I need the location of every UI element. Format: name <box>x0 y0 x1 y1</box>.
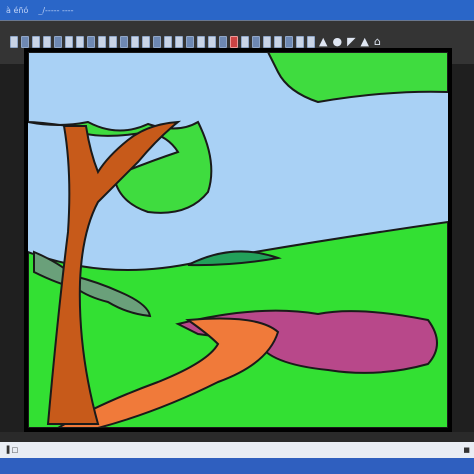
status-left: ▐ □ <box>4 446 19 454</box>
status-bar: ▐ □ ■ <box>0 442 474 458</box>
picker-icon[interactable] <box>54 36 62 48</box>
taskbar <box>0 458 474 474</box>
move-icon[interactable] <box>120 36 128 48</box>
rect-icon[interactable] <box>76 36 84 48</box>
window-title-left: à éñó <box>6 5 29 15</box>
shape-tool-icon[interactable]: ◤ <box>346 36 356 48</box>
zoom-icon[interactable] <box>131 36 139 48</box>
palette-icon[interactable] <box>219 36 227 48</box>
drawing-canvas[interactable] <box>28 52 448 428</box>
paste-icon[interactable] <box>252 36 260 48</box>
settings-icon[interactable] <box>307 36 315 48</box>
undo-icon[interactable] <box>142 36 150 48</box>
redo-icon[interactable] <box>153 36 161 48</box>
close-icon[interactable] <box>296 36 304 48</box>
window-title-right: _/‐‐‐‐‐ ‐‐‐‐ <box>38 5 74 15</box>
status-right: ■ <box>463 446 470 454</box>
flip-icon[interactable] <box>175 36 183 48</box>
open-icon[interactable] <box>263 36 271 48</box>
shape-tool-icon[interactable]: ▲ <box>360 36 370 48</box>
fill-icon[interactable] <box>43 36 51 48</box>
canvas-frame <box>24 48 452 432</box>
cut-icon[interactable] <box>230 36 238 48</box>
brush-icon[interactable] <box>10 36 18 48</box>
print-icon[interactable] <box>285 36 293 48</box>
crop-icon[interactable] <box>186 36 194 48</box>
pencil-icon[interactable] <box>21 36 29 48</box>
save-icon[interactable] <box>274 36 282 48</box>
ellipse-icon[interactable] <box>87 36 95 48</box>
shape-tool-icon[interactable]: ● <box>331 36 343 48</box>
shape-tool-icon[interactable]: ⌂ <box>373 36 382 48</box>
text-icon[interactable] <box>98 36 106 48</box>
copy-icon[interactable] <box>241 36 249 48</box>
select-icon[interactable] <box>109 36 117 48</box>
shape-tool-icon[interactable]: ▲ <box>318 36 328 48</box>
line-icon[interactable] <box>65 36 73 48</box>
horizontal-scrollbar[interactable] <box>0 432 474 442</box>
layers-icon[interactable] <box>208 36 216 48</box>
tool-row: ▲ ● ◤ ▲ ⌂ <box>10 35 382 49</box>
grid-icon[interactable] <box>197 36 205 48</box>
title-bar: à éñó _/‐‐‐‐‐ ‐‐‐‐ <box>0 0 474 20</box>
eraser-icon[interactable] <box>32 36 40 48</box>
rotate-icon[interactable] <box>164 36 172 48</box>
